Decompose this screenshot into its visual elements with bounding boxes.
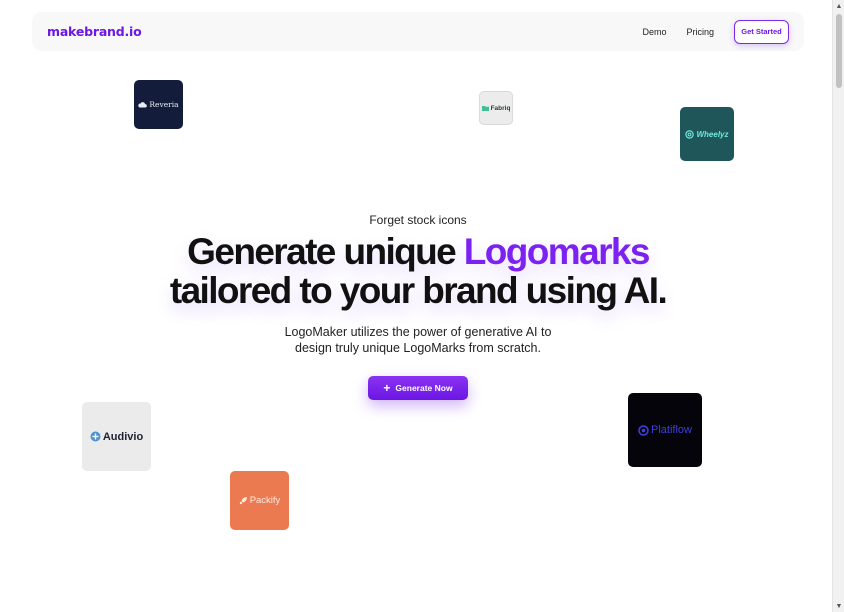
folder-icon — [481, 106, 489, 111]
logo-tile-reveria: Reveria — [134, 80, 183, 129]
nav-link-pricing[interactable]: Pricing — [686, 27, 714, 37]
get-started-button[interactable]: Get Started — [734, 19, 789, 44]
logo-tile-platiflow: Platiflow — [628, 393, 702, 467]
scroll-up-icon[interactable]: ▲ — [833, 0, 844, 12]
wheel-icon — [685, 129, 695, 139]
nav-links: Demo Pricing Get Started — [642, 19, 789, 44]
scroll-down-icon[interactable]: ▼ — [833, 600, 844, 612]
brand-logo[interactable]: makebrand.io — [47, 24, 142, 39]
logo-tile-wheelyz: Wheelyz — [680, 107, 734, 161]
landing-page: makebrand.io Demo Pricing Get Started Re… — [0, 0, 844, 612]
logo-name: Fabriq — [490, 104, 511, 112]
logo-name: Wheelyz — [696, 129, 729, 139]
plus-icon: + — [383, 381, 391, 395]
generate-now-button[interactable]: + Generate Now — [368, 376, 468, 400]
headline-accent: Logomarks — [463, 231, 651, 272]
logo-name: Audivio — [102, 430, 144, 443]
logo-tile-audivio: Audivio — [82, 402, 151, 471]
top-nav: makebrand.io Demo Pricing Get Started — [32, 12, 804, 51]
headline-text: Generate unique — [187, 231, 464, 272]
rocket-icon — [239, 497, 247, 505]
nav-link-demo[interactable]: Demo — [642, 27, 666, 37]
flow-icon — [638, 424, 649, 436]
page-scrollbar[interactable]: ▲ ▼ — [832, 0, 844, 612]
logo-name: Platiflow — [651, 424, 692, 436]
logo-name: Reveria — [149, 100, 179, 109]
logo-tile-packify: Packify — [230, 471, 289, 530]
cloud-icon — [138, 102, 148, 108]
headline-text-line2: tailored to your brand using AI. — [169, 270, 668, 311]
generate-now-label: Generate Now — [395, 383, 453, 393]
hero-eyebrow: Forget stock icons — [369, 213, 467, 227]
logo-tile-fabriq: Fabriq — [479, 91, 513, 125]
scroll-thumb[interactable] — [836, 14, 842, 88]
logo-name: Packify — [249, 495, 281, 506]
hero-headline: Generate unique Logomarks tailored to yo… — [0, 232, 836, 310]
hero-subtext: LogoMaker utilizes the power of generati… — [284, 325, 552, 355]
audio-icon — [90, 431, 101, 442]
